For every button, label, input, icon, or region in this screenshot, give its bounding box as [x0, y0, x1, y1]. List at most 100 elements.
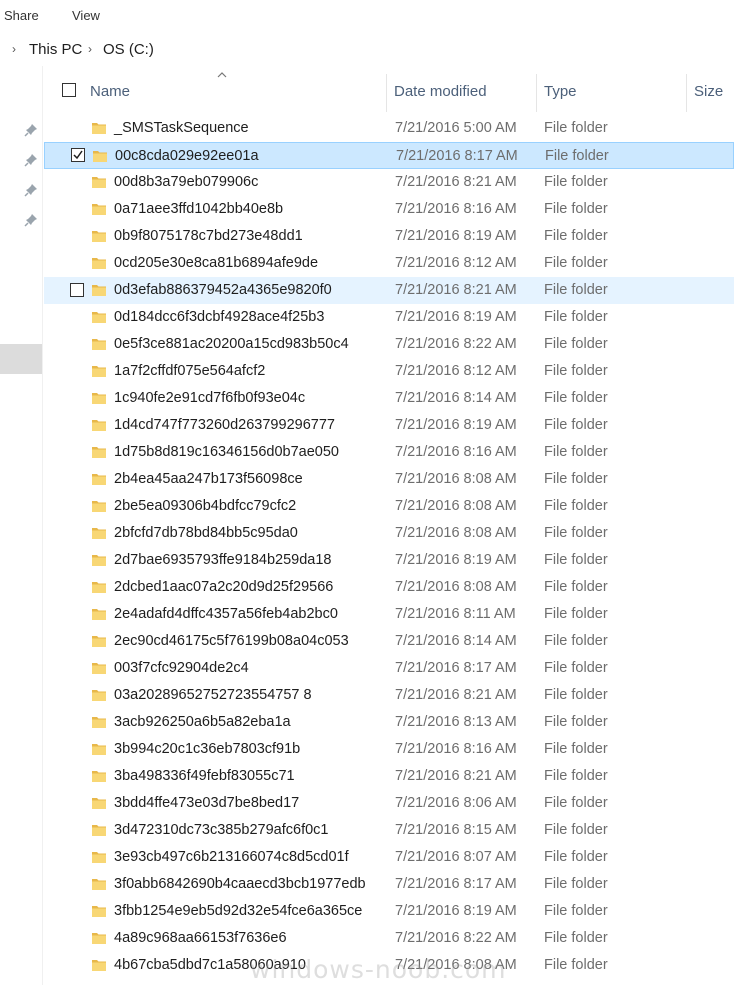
file-row[interactable]: 4a89c968aa66153f7636e6 7/21/2016 8:22 AM F… [44, 925, 734, 952]
file-row[interactable]: 2ec90cd46175c5f76199b08a04c053 7/21/2016 … [44, 628, 734, 655]
pin-icon[interactable] [24, 183, 38, 197]
file-name[interactable]: 2bfcfd7db78bd84bb5c95da0 [114, 525, 298, 541]
file-row[interactable]: 3ba498336f49febf83055c71 7/21/2016 8:21 A… [44, 763, 734, 790]
file-row[interactable]: 0d184dcc6f3dcbf4928ace4f25b3 7/21/2016 8:… [44, 304, 734, 331]
file-row[interactable]: 3fbb1254e9eb5d92d32e54fce6a365ce 7/21/201… [44, 898, 734, 925]
file-name[interactable]: 3bdd4ffe473e03d7be8bed17 [114, 795, 299, 811]
file-name[interactable]: 2be5ea09306b4bdfcc79cfc2 [114, 498, 296, 514]
file-name[interactable]: 00d8b3a79eb079906c [114, 174, 258, 190]
file-name[interactable]: 3fbb1254e9eb5d92d32e54fce6a365ce [114, 903, 362, 919]
column-separator[interactable] [386, 74, 387, 112]
file-name[interactable]: 1d75b8d819c16346156d0b7ae050 [114, 444, 339, 460]
file-date-modified: 7/21/2016 8:17 AM [395, 876, 517, 892]
file-row[interactable]: 00d8b3a79eb079906c 7/21/2016 8:21 AM File … [44, 169, 734, 196]
file-name[interactable]: 1c940fe2e91cd7f6fb0f93e04c [114, 390, 305, 406]
file-row[interactable]: 0b9f8075178c7bd273e48dd1 7/21/2016 8:19 A… [44, 223, 734, 250]
file-name[interactable]: 3b994c20c1c36eb7803cf91b [114, 741, 300, 757]
breadcrumb-os-c[interactable]: OS (C:) [103, 41, 154, 58]
column-name[interactable]: Name [90, 83, 130, 100]
folder-icon [92, 798, 106, 809]
file-name[interactable]: 0a71aee3ffd1042bb40e8b [114, 201, 283, 217]
file-date-modified: 7/21/2016 5:00 AM [395, 120, 517, 136]
file-date-modified: 7/21/2016 8:21 AM [395, 282, 517, 298]
breadcrumb-this-pc[interactable]: This PC [29, 41, 82, 58]
file-row[interactable]: 3d472310dc73c385b279afc6f0c1 7/21/2016 8:… [44, 817, 734, 844]
file-name[interactable]: 2b4ea45aa247b173f56098ce [114, 471, 303, 487]
file-row[interactable]: 00c8cda029e92ee01a 7/21/2016 8:17 AM File … [44, 142, 734, 169]
file-row[interactable]: 2b4ea45aa247b173f56098ce 7/21/2016 8:08 A… [44, 466, 734, 493]
file-row[interactable]: _SMSTaskSequence 7/21/2016 5:00 AM File fo… [44, 115, 734, 142]
file-type: File folder [544, 903, 608, 919]
file-type: File folder [544, 336, 608, 352]
folder-icon [92, 852, 106, 863]
file-name[interactable]: 0e5f3ce881ac20200a15cd983b50c4 [114, 336, 349, 352]
pin-icon[interactable] [24, 153, 38, 167]
file-name[interactable]: 3d472310dc73c385b279afc6f0c1 [114, 822, 328, 838]
file-name[interactable]: 3ba498336f49febf83055c71 [114, 768, 295, 784]
file-name[interactable]: 0b9f8075178c7bd273e48dd1 [114, 228, 303, 244]
file-name[interactable]: 3acb926250a6b5a82eba1a [114, 714, 291, 730]
column-type[interactable]: Type [544, 83, 577, 100]
file-name[interactable]: 03a20289652752723554757 8 [114, 687, 312, 703]
folder-icon [92, 690, 106, 701]
chevron-right-icon[interactable]: › [12, 42, 16, 56]
file-row[interactable]: 1d75b8d819c16346156d0b7ae050 7/21/2016 8:… [44, 439, 734, 466]
file-row[interactable]: 1d4cd747f773260d263799296777 7/21/2016 8:… [44, 412, 734, 439]
column-separator[interactable] [536, 74, 537, 112]
folder-icon [92, 528, 106, 539]
nav-selected-item[interactable] [0, 344, 42, 374]
file-name[interactable]: 3f0abb6842690b4caaecd3bcb1977edb [114, 876, 366, 892]
file-row[interactable]: 3f0abb6842690b4caaecd3bcb1977edb 7/21/201… [44, 871, 734, 898]
file-name[interactable]: 00c8cda029e92ee01a [115, 148, 259, 164]
pin-icon[interactable] [24, 213, 38, 227]
chevron-right-icon[interactable]: › [88, 42, 92, 56]
file-name[interactable]: 2d7bae6935793ffe9184b259da18 [114, 552, 331, 568]
file-row[interactable]: 2bfcfd7db78bd84bb5c95da0 7/21/2016 8:08 A… [44, 520, 734, 547]
file-row[interactable]: 2be5ea09306b4bdfcc79cfc2 7/21/2016 8:08 A… [44, 493, 734, 520]
column-date-modified[interactable]: Date modified [394, 83, 487, 100]
file-date-modified: 7/21/2016 8:16 AM [395, 741, 517, 757]
folder-icon [92, 771, 106, 782]
file-row[interactable]: 2d7bae6935793ffe9184b259da18 7/21/2016 8:… [44, 547, 734, 574]
file-name[interactable]: 2e4adafd4dffc4357a56feb4ab2bc0 [114, 606, 338, 622]
file-date-modified: 7/21/2016 8:07 AM [395, 849, 517, 865]
file-row[interactable]: 0a71aee3ffd1042bb40e8b 7/21/2016 8:16 AM F… [44, 196, 734, 223]
file-row[interactable]: 03a20289652752723554757 8 7/21/2016 8:21 … [44, 682, 734, 709]
file-name[interactable]: 1a7f2cffdf075e564afcf2 [114, 363, 265, 379]
file-row[interactable]: 0cd205e30e8ca81b6894afe9de 7/21/2016 8:12… [44, 250, 734, 277]
file-row[interactable]: 3acb926250a6b5a82eba1a 7/21/2016 8:13 AM F… [44, 709, 734, 736]
column-size[interactable]: Size [694, 83, 723, 100]
row-checkbox[interactable] [71, 148, 85, 162]
select-all-checkbox[interactable] [62, 83, 76, 97]
file-date-modified: 7/21/2016 8:11 AM [395, 606, 516, 622]
row-checkbox[interactable] [70, 283, 84, 297]
file-name[interactable]: 3e93cb497c6b213166074c8d5cd01f [114, 849, 349, 865]
pin-icon[interactable] [24, 123, 38, 137]
file-date-modified: 7/21/2016 8:21 AM [395, 687, 517, 703]
file-row[interactable]: 003f7cfc92904de2c4 7/21/2016 8:17 AM File … [44, 655, 734, 682]
file-row[interactable]: 2dcbed1aac07a2c20d9d25f29566 7/21/2016 8:… [44, 574, 734, 601]
file-name[interactable]: 2ec90cd46175c5f76199b08a04c053 [114, 633, 349, 649]
file-name[interactable]: 0cd205e30e8ca81b6894afe9de [114, 255, 318, 271]
file-row[interactable]: 1a7f2cffdf075e564afcf2 7/21/2016 8:12 AM F… [44, 358, 734, 385]
file-row[interactable]: 3bdd4ffe473e03d7be8bed17 7/21/2016 8:06 A… [44, 790, 734, 817]
file-name[interactable]: 2dcbed1aac07a2c20d9d25f29566 [114, 579, 333, 595]
file-name[interactable]: 1d4cd747f773260d263799296777 [114, 417, 335, 433]
pane-divider [42, 66, 43, 985]
file-name[interactable]: 4a89c968aa66153f7636e6 [114, 930, 287, 946]
file-name[interactable]: 003f7cfc92904de2c4 [114, 660, 249, 676]
file-type: File folder [544, 606, 608, 622]
file-row[interactable]: 3b994c20c1c36eb7803cf91b 7/21/2016 8:16 A… [44, 736, 734, 763]
column-separator[interactable] [686, 74, 687, 112]
file-name[interactable]: 0d3efab886379452a4365e9820f0 [114, 282, 332, 298]
file-type: File folder [545, 148, 609, 164]
file-row[interactable]: 0e5f3ce881ac20200a15cd983b50c4 7/21/2016 … [44, 331, 734, 358]
file-row[interactable]: 0d3efab886379452a4365e9820f0 7/21/2016 8:… [44, 277, 734, 304]
file-row[interactable]: 2e4adafd4dffc4357a56feb4ab2bc0 7/21/2016 … [44, 601, 734, 628]
file-name[interactable]: _SMSTaskSequence [114, 120, 249, 136]
tab-share[interactable]: Share [4, 8, 39, 23]
tab-view[interactable]: View [72, 8, 100, 23]
file-row[interactable]: 1c940fe2e91cd7f6fb0f93e04c 7/21/2016 8:14… [44, 385, 734, 412]
file-name[interactable]: 0d184dcc6f3dcbf4928ace4f25b3 [114, 309, 324, 325]
file-row[interactable]: 3e93cb497c6b213166074c8d5cd01f 7/21/2016 … [44, 844, 734, 871]
